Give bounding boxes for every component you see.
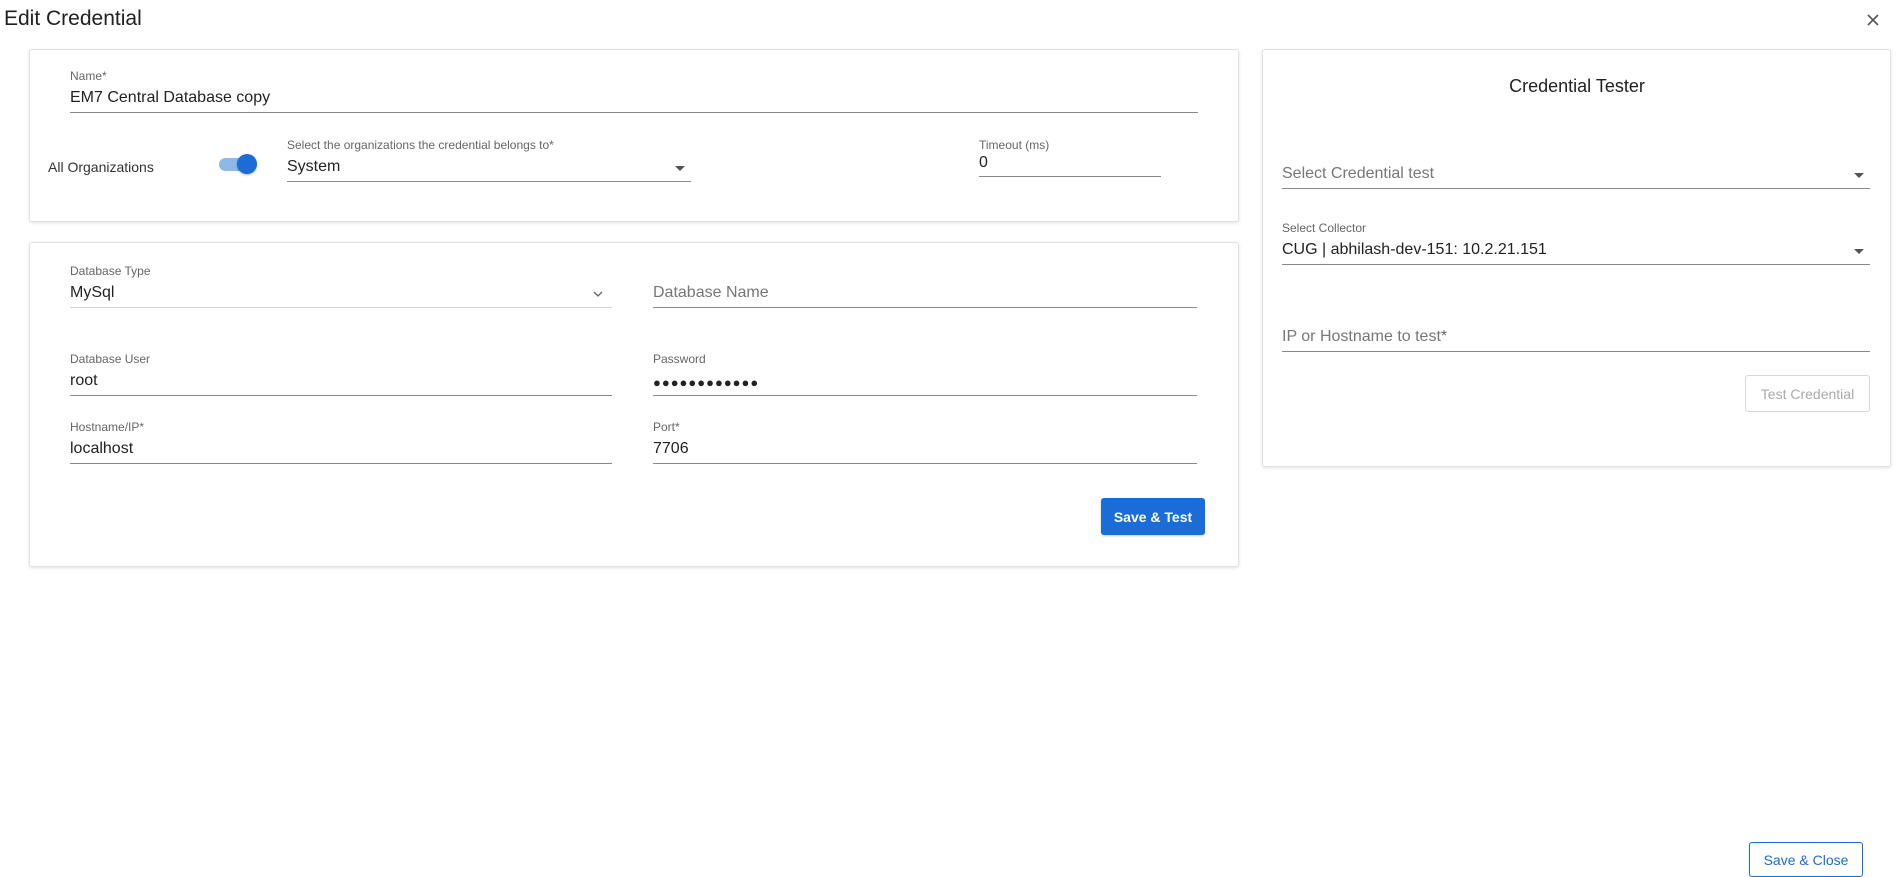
dropdown-arrow-icon	[1854, 173, 1864, 178]
port-input[interactable]: 7706	[653, 434, 1197, 464]
database-name-input[interactable]: Database Name	[653, 278, 1197, 308]
all-organizations-toggle[interactable]	[219, 154, 257, 174]
database-user-field[interactable]: Database User root	[70, 352, 612, 396]
timeout-input[interactable]: 0	[979, 152, 1161, 177]
dropdown-arrow-icon	[1854, 249, 1864, 254]
hostname-field[interactable]: Hostname/IP* localhost	[70, 420, 612, 464]
organizations-value[interactable]: System	[287, 152, 691, 182]
credential-tester-title: Credential Tester	[1509, 76, 1645, 96]
database-user-label: Database User	[70, 352, 151, 366]
timeout-field[interactable]: Timeout (ms) 0	[979, 138, 1161, 177]
database-type-label: Database Type	[70, 264, 151, 278]
database-type-select[interactable]: Database Type MySql	[70, 264, 612, 308]
dropdown-arrow-icon	[675, 166, 685, 171]
toggle-thumb	[237, 154, 257, 174]
database-name-field[interactable]: Database Name	[653, 264, 1197, 308]
collector-label: Select Collector	[1282, 221, 1367, 235]
organizations-select[interactable]: Select the organizations the credential …	[287, 138, 691, 182]
all-organizations-label: All Organizations	[48, 159, 154, 175]
collector-value[interactable]: CUG | abhilash-dev-151: 10.2.21.151	[1282, 235, 1870, 265]
port-field[interactable]: Port* 7706	[653, 420, 1197, 464]
dialog-title: Edit Credential	[4, 7, 142, 30]
database-user-input[interactable]: root	[70, 366, 612, 396]
test-credential-button[interactable]: Test Credential	[1745, 375, 1870, 412]
hostname-input[interactable]: localhost	[70, 434, 612, 464]
save-close-button[interactable]: Save & Close	[1749, 842, 1863, 877]
timeout-label: Timeout (ms)	[979, 138, 1050, 152]
password-field[interactable]: Password ●●●●●●●●●●●●	[653, 352, 1197, 396]
organizations-label: Select the organizations the credential …	[287, 138, 550, 152]
password-input[interactable]: ●●●●●●●●●●●●	[653, 366, 1197, 396]
save-test-button[interactable]: Save & Test	[1101, 498, 1205, 535]
chevron-down-icon	[593, 291, 603, 297]
ip-hostname-test-field[interactable]: IP or Hostname to test*	[1282, 308, 1870, 352]
database-type-value[interactable]: MySql	[70, 278, 612, 308]
name-field[interactable]: Name* EM7 Central Database copy	[70, 69, 1198, 113]
password-label: Password	[653, 352, 706, 366]
close-icon[interactable]	[1862, 9, 1884, 31]
credential-test-select[interactable]: Select Credential test	[1282, 145, 1870, 189]
edit-credential-dialog: Edit Credential Name* EM7 Central Databa…	[0, 0, 1898, 877]
port-label: Port	[653, 420, 676, 434]
credential-test-placeholder[interactable]: Select Credential test	[1282, 159, 1870, 189]
hostname-label: Hostname/IP	[70, 420, 140, 434]
collector-select[interactable]: Select Collector CUG | abhilash-dev-151:…	[1282, 221, 1870, 265]
name-label: Name	[70, 69, 103, 83]
name-input[interactable]: EM7 Central Database copy	[70, 83, 1198, 113]
ip-hostname-placeholder: IP or Hostname to test	[1282, 328, 1441, 345]
